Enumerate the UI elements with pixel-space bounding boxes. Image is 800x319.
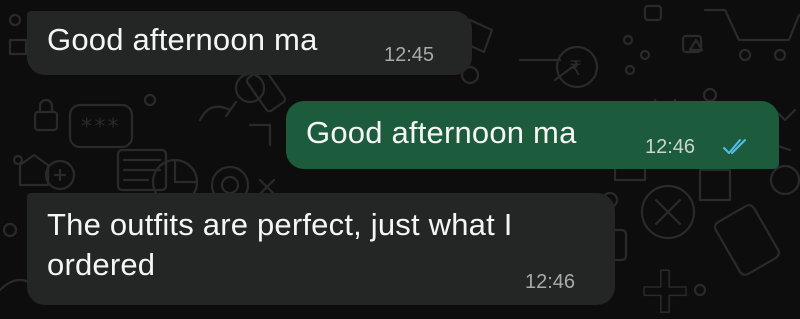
chat-conversation: *** ₹ Good afternoon ma 12:45 Good after… (0, 0, 800, 319)
message-timestamp: 12:46 (525, 271, 576, 293)
outgoing-message-bubble[interactable]: Good afternoon ma 12:46 (286, 101, 779, 169)
svg-text:₹: ₹ (569, 56, 582, 80)
svg-text:***: *** (80, 115, 120, 140)
message-text: Good afternoon ma (306, 115, 577, 150)
incoming-message-bubble[interactable]: The outfits are perfect, just what I ord… (27, 193, 615, 305)
read-double-tick-icon (723, 139, 746, 154)
message-timestamp: 12:46 (645, 136, 696, 158)
message-timestamp: 12:45 (384, 44, 435, 66)
message-text: The outfits are perfect, just what I ord… (47, 207, 513, 282)
incoming-message-bubble[interactable]: Good afternoon ma 12:45 (27, 11, 472, 75)
message-text: Good afternoon ma (47, 22, 318, 57)
